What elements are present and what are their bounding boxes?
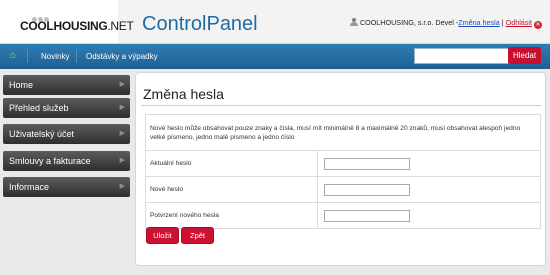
change-password-link[interactable]: Změna hesla	[458, 18, 500, 27]
nav-item-novinky[interactable]: Novinky	[41, 52, 69, 61]
sidebar-item-label: Přehled služeb	[9, 103, 69, 113]
new-password-input[interactable]	[324, 183, 410, 196]
sidebar-item-prehled-sluzeb[interactable]: Přehled služeb ▶	[3, 98, 130, 118]
sidebar-item-label: Uživatelský účet	[9, 129, 75, 139]
confirm-password-cell	[317, 202, 541, 229]
back-button[interactable]: Zpět	[181, 227, 214, 244]
sidebar-item-label: Home	[9, 80, 34, 90]
sidebar-item-home[interactable]: Home ▶	[3, 75, 130, 95]
logo[interactable]: COOLHOUSING.NET	[0, 0, 134, 43]
nav-divider	[27, 49, 28, 63]
search-input[interactable]	[414, 48, 512, 64]
password-form: Nové heslo může obsahovat pouze znaky a …	[145, 114, 541, 229]
logo-text: COOLHOUSING.NET	[20, 19, 134, 33]
current-password-label: Aktuální heslo	[145, 150, 318, 177]
search-button[interactable]: Hledat	[508, 47, 541, 64]
logout-icon[interactable]: ✕	[534, 21, 542, 29]
chevron-right-icon: ▶	[119, 183, 125, 190]
nav-item-odstavky[interactable]: Odstávky a výpadky	[86, 52, 158, 61]
current-password-input[interactable]	[324, 157, 410, 170]
nav-divider	[76, 49, 77, 63]
sidebar-item-informace[interactable]: Informace ▶	[3, 177, 130, 197]
sidebar-item-label: Informace	[9, 182, 50, 192]
new-password-label: Nové heslo	[145, 176, 318, 203]
page-title: Změna hesla	[143, 86, 224, 102]
sidebar-item-smlouvy-a-fakturace[interactable]: Smlouvy a fakturace ▶	[3, 151, 130, 171]
chevron-right-icon: ▶	[119, 157, 125, 164]
save-button[interactable]: Uložit	[146, 227, 179, 244]
header: COOLHOUSING.NET ControlPanel COOLHOUSING…	[0, 0, 550, 44]
confirm-password-input[interactable]	[324, 209, 410, 222]
chevron-right-icon: ▶	[119, 130, 125, 137]
current-password-cell	[317, 150, 541, 177]
app-title: ControlPanel	[142, 13, 258, 35]
sidebar-item-uzivatelsky-ucet[interactable]: Uživatelský účet ▶	[3, 124, 130, 144]
logout-link[interactable]: Odhlásit	[506, 18, 532, 27]
chevron-right-icon: ▶	[119, 104, 125, 111]
home-icon[interactable]: ⌂	[6, 49, 20, 63]
user-icon	[349, 18, 358, 26]
password-requirements-note: Nové heslo může obsahovat pouze znaky a …	[145, 114, 541, 151]
new-password-cell	[317, 176, 541, 203]
title-divider	[141, 105, 541, 106]
sidebar-item-label: Smlouvy a fakturace	[9, 156, 91, 166]
user-area: COOLHOUSING, s.r.o. Devel -Změna hesla |…	[349, 18, 542, 29]
user-name: COOLHOUSING, s.r.o. Devel -	[359, 18, 459, 27]
confirm-password-label: Potvrzení nového hesla	[145, 202, 318, 229]
chevron-right-icon: ▶	[119, 81, 125, 88]
